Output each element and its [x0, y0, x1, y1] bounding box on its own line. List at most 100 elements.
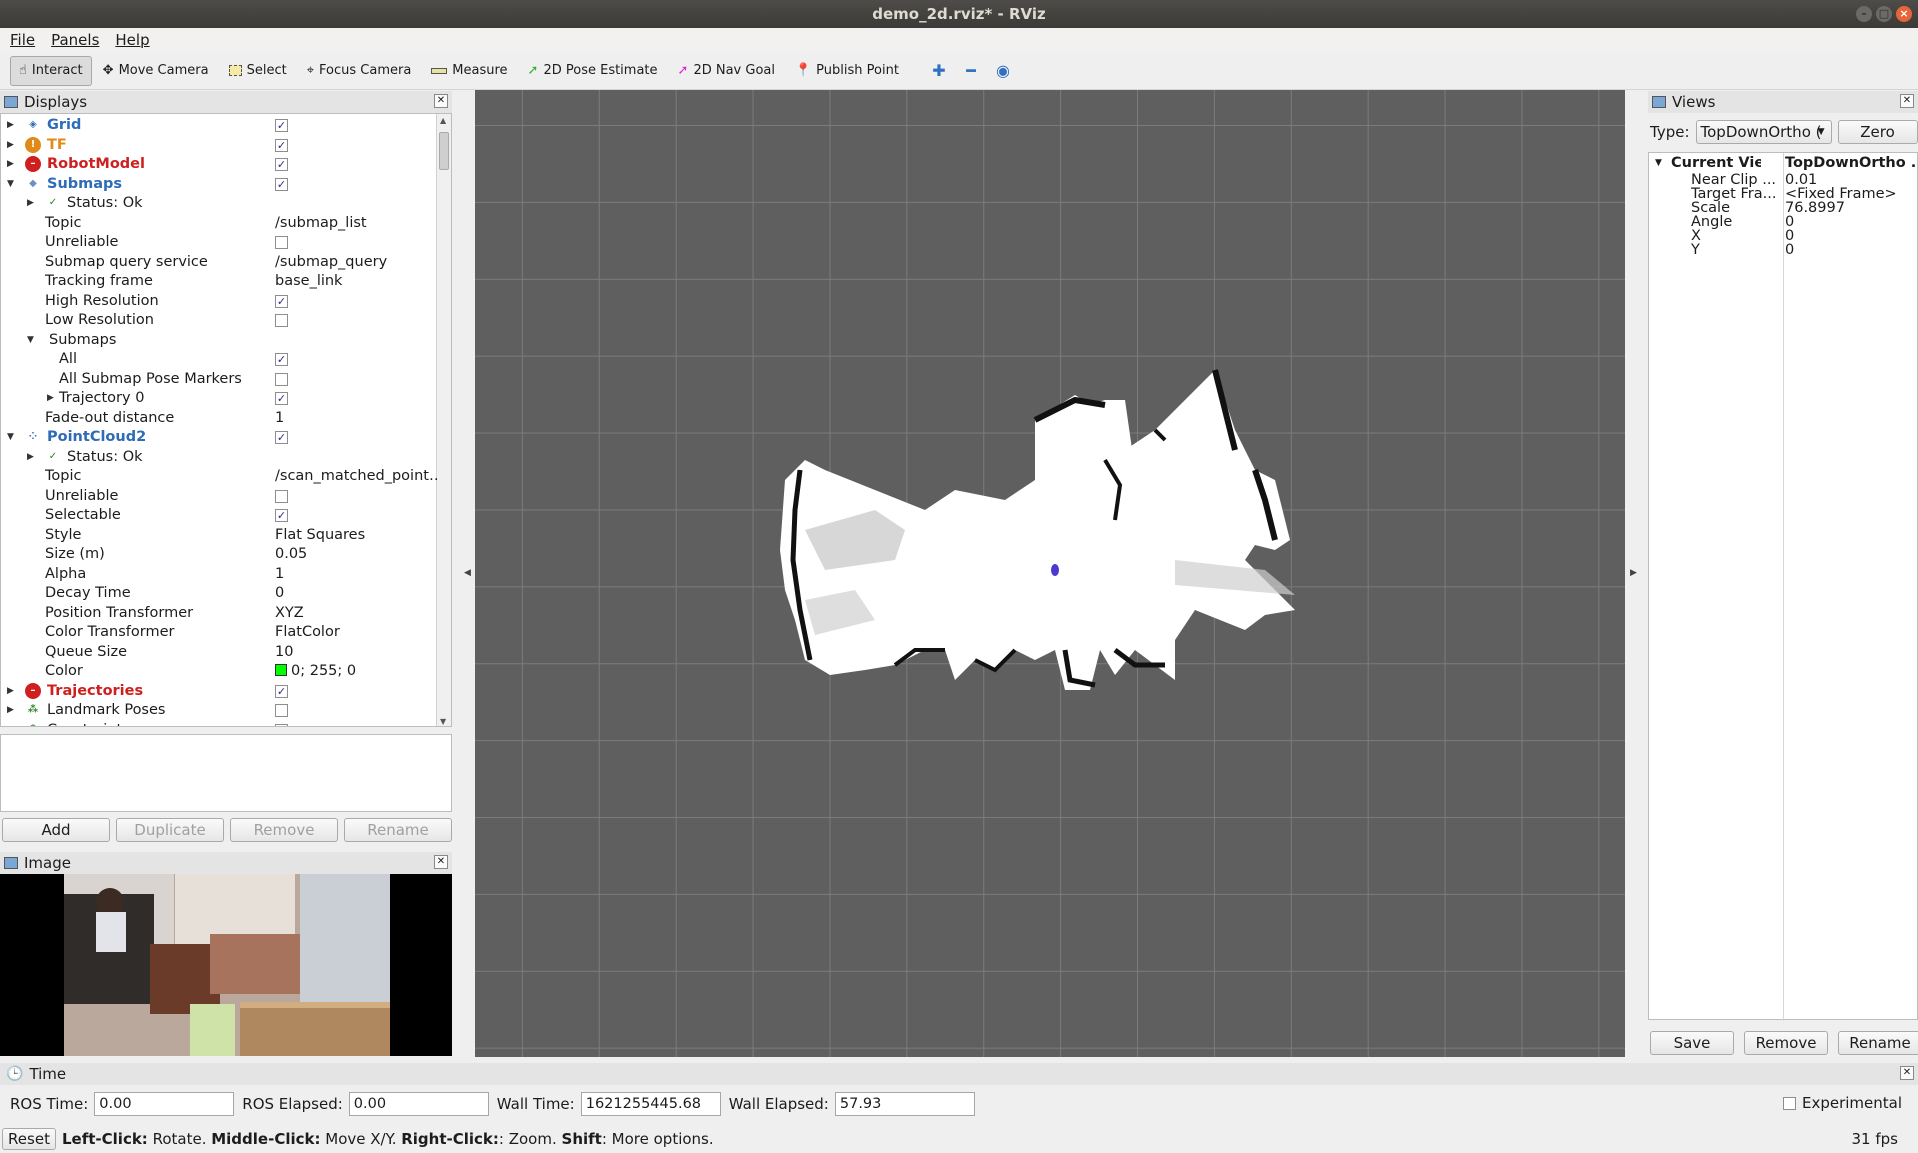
view-property-value[interactable]: 0	[1785, 242, 1917, 259]
color-swatch[interactable]	[275, 664, 287, 676]
move-camera-tool-button[interactable]: ✥ Move Camera	[94, 56, 218, 86]
display-row[interactable]: ▶! TF ✓	[1, 136, 437, 155]
display-row[interactable]: ▼ Submaps	[1, 331, 437, 350]
menu-help[interactable]: Help	[115, 31, 149, 49]
display-row[interactable]: Submap query service/submap_query	[1, 253, 437, 272]
collapsed-arrow-icon[interactable]: ▶	[27, 194, 37, 213]
display-checkbox[interactable]: ✓	[275, 431, 288, 444]
display-row-value[interactable]: Flat Squares	[275, 526, 437, 545]
display-row[interactable]: Color Transformer FlatColor	[1, 623, 437, 642]
close-panel-icon[interactable]: ✕	[434, 855, 448, 869]
view-property-row[interactable]: Y0	[1649, 242, 1917, 259]
views-tree[interactable]: ▼ Current View TopDownOrtho ... Near Cli…	[1648, 152, 1918, 1021]
display-row[interactable]: Unreliable	[1, 233, 437, 252]
duplicate-button[interactable]: Duplicate	[116, 818, 224, 842]
close-panel-icon[interactable]: ✕	[1900, 94, 1914, 108]
current-view-row[interactable]: ▼ Current View TopDownOrtho ...	[1649, 155, 1917, 172]
eye-icon[interactable]: ◉	[988, 56, 1018, 86]
rename-view-button[interactable]: Rename	[1838, 1031, 1918, 1055]
display-checkbox[interactable]: ✓	[275, 353, 288, 366]
scroll-up-icon[interactable]: ▲	[440, 116, 446, 125]
maximize-icon[interactable]: □	[1876, 6, 1892, 22]
display-checkbox[interactable]: ✓	[275, 509, 288, 522]
expanded-arrow-icon[interactable]: ▼	[7, 175, 17, 194]
ros-time-field[interactable]: 0.00	[94, 1092, 235, 1116]
collapse-right-icon[interactable]: ▶	[1630, 568, 1637, 578]
display-row[interactable]: Fade-out distance 1	[1, 409, 437, 428]
expanded-arrow-icon[interactable]: ▼	[27, 331, 37, 350]
display-row-value[interactable]: FlatColor	[275, 623, 437, 642]
display-checkbox[interactable]: ✓	[275, 138, 288, 152]
display-row[interactable]: Color 0; 255; 0	[1, 662, 437, 681]
minimize-icon[interactable]: –	[1856, 6, 1872, 22]
display-checkbox[interactable]: ✓	[275, 684, 288, 698]
collapsed-arrow-icon[interactable]: ▶	[47, 389, 57, 408]
display-row[interactable]: ▶ – Trajectories ✓	[1, 682, 437, 701]
add-button[interactable]: Add	[2, 818, 110, 842]
display-row[interactable]: Alpha 1	[1, 565, 437, 584]
display-row[interactable]: Topic/submap_list	[1, 214, 437, 233]
collapsed-arrow-icon[interactable]: ▶	[7, 721, 17, 727]
interact-tool-button[interactable]: ☝ Interact	[10, 55, 92, 86]
display-checkbox[interactable]: ✓	[275, 158, 288, 171]
remove-view-button[interactable]: Remove	[1744, 1031, 1828, 1055]
display-row[interactable]: Topic/scan_matched_point…	[1, 467, 437, 486]
display-row[interactable]: ▼ ◆ Submaps ✓	[1, 175, 437, 194]
displays-scrollbar[interactable]: ▲ ▼	[436, 114, 451, 726]
nav-goal-tool-button[interactable]: ➚ 2D Nav Goal	[669, 56, 784, 86]
display-checkbox[interactable]: ✓	[275, 294, 288, 308]
display-row[interactable]: High Resolution ✓	[1, 292, 437, 311]
display-row-value[interactable]: /scan_matched_point…	[275, 467, 437, 486]
rename-button[interactable]: Rename	[344, 818, 452, 842]
display-row[interactable]: ▼ ⁘ PointCloud2 ✓	[1, 428, 437, 447]
collapsed-arrow-icon[interactable]: ▶	[27, 448, 37, 467]
scroll-down-icon[interactable]: ▼	[440, 717, 446, 726]
display-checkbox[interactable]	[275, 704, 288, 717]
menu-file[interactable]: File	[10, 31, 35, 49]
display-checkbox[interactable]	[275, 372, 288, 386]
color-value[interactable]: 0; 255; 0	[275, 662, 437, 681]
display-row[interactable]: Tracking frame base_link	[1, 272, 437, 291]
display-row-value[interactable]: 1	[275, 565, 437, 584]
experimental-checkbox[interactable]	[1782, 1096, 1796, 1110]
display-row[interactable]: All Submap Pose Markers	[1, 370, 437, 389]
display-row[interactable]: ▶ – RobotModel ✓	[1, 155, 437, 174]
displays-tree[interactable]: ▲ ▼ ▶ ◈ Grid ✓ ▶! TF ✓ ▶ – RobotModel ✓ ▼ ◆ Submaps ✓ ▶…	[0, 113, 452, 727]
experimental-toggle[interactable]: Experimental	[1782, 1094, 1902, 1112]
ros-elapsed-field[interactable]: 0.00	[348, 1092, 489, 1116]
collapsed-arrow-icon[interactable]: ▶	[7, 701, 17, 720]
wall-time-field[interactable]: 1621255445.68	[580, 1092, 721, 1116]
display-row[interactable]: ▶ ⁂ Constraints	[1, 721, 437, 727]
display-row[interactable]: ▶ ⁂ Landmark Poses	[1, 701, 437, 720]
display-row-value[interactable]: base_link	[275, 272, 437, 291]
pose-estimate-tool-button[interactable]: ➚ 2D Pose Estimate	[519, 56, 667, 86]
close-icon[interactable]: ×	[1896, 6, 1912, 22]
display-row[interactable]: Unreliable	[1, 487, 437, 506]
select-tool-button[interactable]: Select	[220, 56, 296, 86]
display-row[interactable]: All ✓	[1, 350, 437, 369]
display-row[interactable]: Position Transformer XYZ	[1, 604, 437, 623]
remove-tool-icon[interactable]: ━	[956, 56, 986, 86]
add-tool-icon[interactable]: ✚	[924, 56, 954, 86]
wall-elapsed-field[interactable]: 57.93	[834, 1092, 975, 1116]
display-row-value[interactable]: 0; 255; 0	[291, 663, 356, 679]
display-checkbox[interactable]	[275, 236, 288, 249]
close-panel-icon[interactable]: ✕	[1900, 1066, 1914, 1080]
display-checkbox[interactable]	[275, 489, 288, 503]
display-row[interactable]: Decay Time 0	[1, 584, 437, 603]
display-row-value[interactable]: 0.05	[275, 545, 437, 564]
display-row[interactable]: ▶ ◈ Grid ✓	[1, 116, 437, 135]
display-row[interactable]: ▶ ✓ Status: Ok	[1, 448, 437, 467]
remove-button[interactable]: Remove	[230, 818, 338, 842]
display-row[interactable]: Queue Size 10	[1, 643, 437, 662]
render-viewport[interactable]	[475, 90, 1625, 1057]
display-checkbox[interactable]: ✓	[275, 392, 288, 405]
focus-camera-tool-button[interactable]: ⌖ Focus Camera	[298, 56, 421, 86]
collapsed-arrow-icon[interactable]: ▶	[7, 136, 17, 155]
display-row-value[interactable]: 10	[275, 643, 437, 662]
collapsed-arrow-icon[interactable]: ▶	[7, 155, 17, 174]
display-checkbox[interactable]: ✓	[275, 177, 288, 191]
display-row-value[interactable]: 0	[275, 584, 437, 603]
view-type-select[interactable]: TopDownOrtho ( ▼	[1695, 120, 1832, 144]
expanded-arrow-icon[interactable]: ▼	[7, 428, 17, 447]
